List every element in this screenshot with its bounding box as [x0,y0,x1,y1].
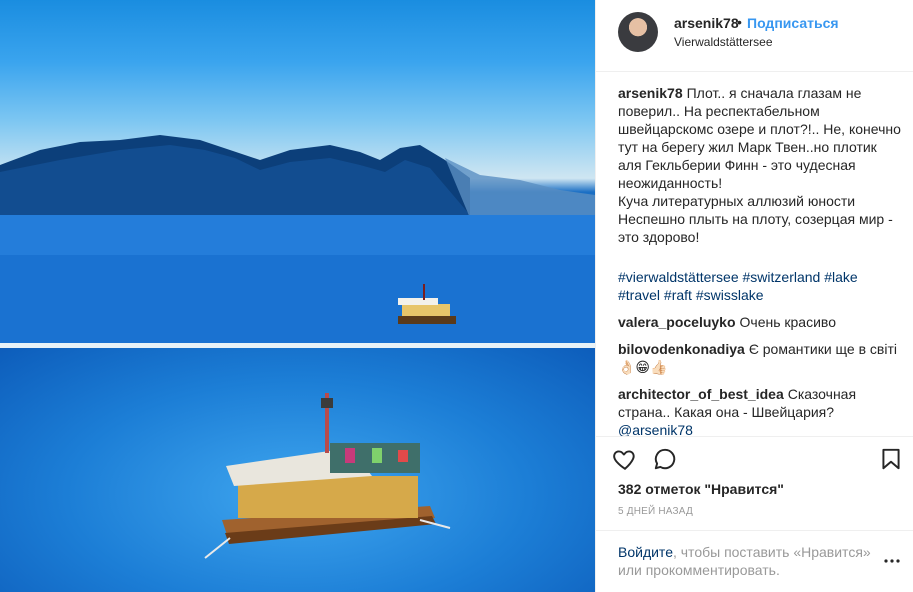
instagram-post: arsenik78 • Подписаться Vierwaldstätters… [0,0,913,592]
lake-mountains-illustration [0,135,595,343]
caption-username[interactable]: arsenik78 [618,85,683,101]
login-text: Войдите, чтобы поставить «Нравится» или … [618,543,878,579]
hashtag-link[interactable]: #lake [824,269,857,285]
likes-count[interactable]: 382 отметок "Нравится" [618,481,784,497]
comments-list[interactable]: arsenik78 Плот.. я сначала глазам не пове… [618,84,902,436]
follow-button[interactable]: Подписаться [747,15,839,31]
post-photo[interactable] [0,0,595,592]
comment-username[interactable]: valera_poceluyko [618,314,736,330]
avatar[interactable] [618,12,658,52]
mention-link[interactable]: @arsenik78 [618,422,693,436]
more-options-icon[interactable] [884,558,900,564]
post-sidebar: arsenik78 • Подписаться Vierwaldstätters… [595,0,913,592]
comment-item: valera_poceluyko Очень красиво [618,313,902,331]
photo-top-half [0,0,595,343]
comment-text: Очень красиво [739,314,836,330]
post-timestamp[interactable]: 5 ДНЕЙ НАЗАД [618,506,693,517]
hashtags: #vierwaldstättersee #switzerland #lake #… [618,268,902,304]
author-username[interactable]: arsenik78 [674,15,739,31]
login-prompt: Войдите, чтобы поставить «Нравится» или … [596,530,913,592]
separator-dot: • [737,14,742,30]
comment-item: bilovodenkonadiya Є романтики ще в світі … [618,340,902,376]
bookmark-icon[interactable] [878,446,904,472]
post-header: arsenik78 • Подписаться Vierwaldstätters… [596,0,913,72]
hashtag-link[interactable]: #raft [664,287,692,303]
hashtag-link[interactable]: #vierwaldstättersee [618,269,739,285]
raft-large [204,393,451,559]
login-link[interactable]: Войдите [618,544,673,560]
comment-username[interactable]: bilovodenkonadiya [618,341,745,357]
hashtag-link[interactable]: #travel [618,287,660,303]
raft-closeup-illustration [204,393,451,559]
comment-icon[interactable] [652,446,678,472]
actions-divider [596,436,913,437]
heart-icon[interactable] [612,446,638,472]
comment-item: architector_of_best_idea Сказочная страна… [618,385,902,436]
hashtag-link[interactable]: #switzerland [743,269,821,285]
caption-text: Плот.. я сначала глазам не поверил.. На … [618,85,901,245]
caption: arsenik78 Плот.. я сначала глазам не пове… [618,84,902,304]
location-link[interactable]: Vierwaldstättersee [674,35,773,49]
comment-username[interactable]: architector_of_best_idea [618,386,784,402]
photo-bottom-half [0,348,595,592]
hashtag-link[interactable]: #swisslake [696,287,764,303]
